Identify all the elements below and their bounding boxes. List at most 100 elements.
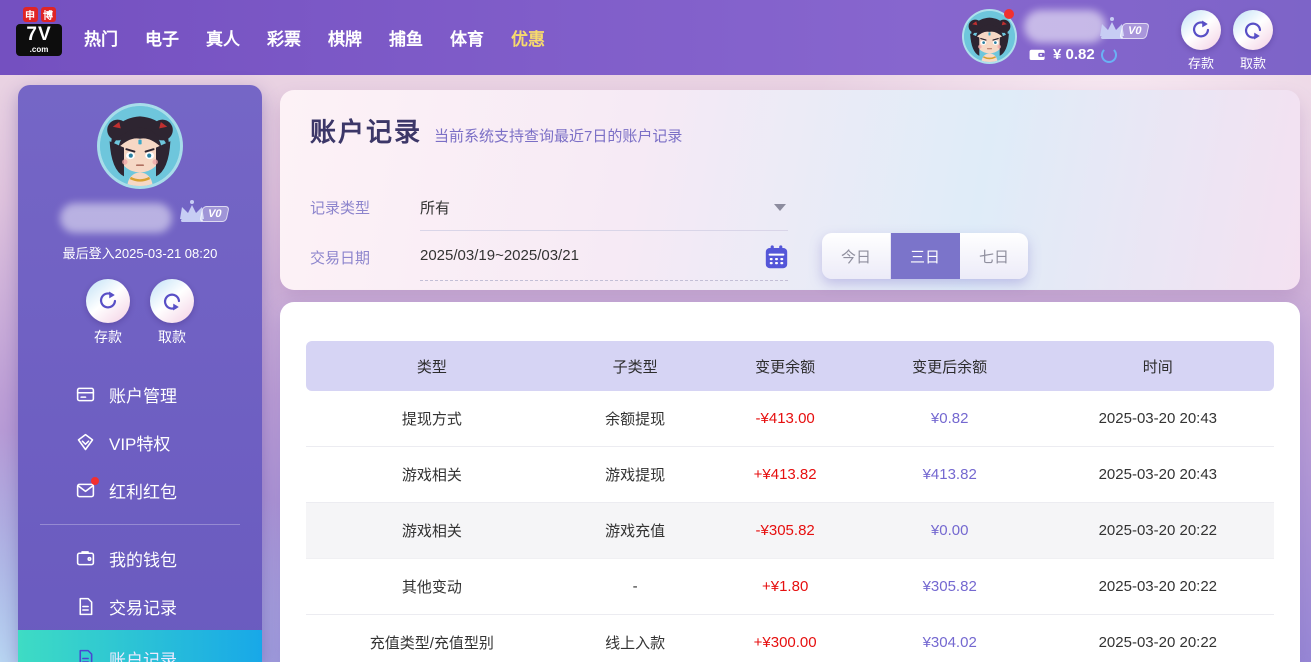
deposit-label: 存款: [94, 327, 122, 347]
record-type-label: 记录类型: [310, 197, 370, 218]
last-login-text: 最后登入2025-03-21 08:20: [18, 243, 262, 262]
sidebar: V0 最后登入2025-03-21 08:20 存款 取款 账户管理: [18, 85, 262, 662]
cell-balance-after: ¥413.82: [858, 466, 1042, 483]
cell-subtype: -: [558, 578, 713, 595]
table-row[interactable]: 充值类型/充值型别 线上入款 +¥300.00 ¥304.02 2025-03-…: [306, 615, 1274, 662]
records-table-panel: 类型 子类型 变更余额 变更后余额 时间 提现方式 余额提现 -¥413.00 …: [280, 302, 1300, 662]
table-column-header: 变更后余额: [858, 356, 1042, 377]
balance-amount: ¥ 0.82: [1053, 46, 1095, 63]
cell-type: 充值类型/充值型别: [306, 632, 558, 653]
cell-type: 提现方式: [306, 408, 558, 429]
nav-item[interactable]: 棋牌: [328, 25, 362, 50]
sidebar-deposit-button[interactable]: 存款: [86, 279, 130, 347]
quick-range-button[interactable]: 今日: [822, 233, 891, 279]
menu-item-icon: [75, 648, 96, 662]
table-header-row: 类型 子类型 变更余额 变更后余额 时间: [306, 341, 1274, 391]
nav-item[interactable]: 真人: [206, 25, 240, 50]
menu-item-icon: [75, 480, 96, 501]
header-withdraw-button[interactable]: 取款: [1233, 10, 1273, 72]
nav-item[interactable]: 优惠: [511, 25, 545, 50]
sidebar-menu-item[interactable]: 交易记录: [18, 582, 262, 630]
withdraw-icon: [150, 279, 194, 323]
table-row[interactable]: 提现方式 余额提现 -¥413.00 ¥0.82 2025-03-20 20:4…: [306, 391, 1274, 447]
header-deposit-button[interactable]: 存款: [1181, 10, 1221, 72]
menu-item-icon: [75, 548, 96, 569]
menu-item-label: 账户记录: [109, 646, 177, 662]
nav-item[interactable]: 彩票: [267, 25, 301, 50]
sidebar-menu-item[interactable]: VIP特权: [18, 418, 262, 466]
deposit-label: 存款: [1188, 53, 1214, 72]
quick-range-group: 今日 三日 七日: [822, 233, 1028, 279]
page-title: 账户记录: [310, 112, 422, 149]
brand-tag-right: 博: [41, 7, 56, 22]
cell-change-amount: -¥305.82: [713, 522, 858, 539]
cell-time: 2025-03-20 20:22: [1042, 522, 1274, 539]
quick-range-button[interactable]: 三日: [891, 233, 960, 279]
nav-item[interactable]: 捕鱼: [389, 25, 423, 50]
table-row[interactable]: 游戏相关 游戏提现 +¥413.82 ¥413.82 2025-03-20 20…: [306, 447, 1274, 503]
brand-logo[interactable]: 申 博 7V .com: [14, 7, 64, 56]
sidebar-menu-item[interactable]: 账户记录: [18, 630, 262, 662]
menu-item-label: 红利红包: [109, 478, 177, 503]
sidebar-money-buttons: 存款 取款: [18, 279, 262, 347]
cell-balance-after: ¥305.82: [858, 578, 1042, 595]
panel-head: 账户记录 当前系统支持查询最近7日的账户记录: [310, 112, 682, 149]
sidebar-menu-item[interactable]: 我的钱包: [18, 534, 262, 582]
cell-balance-after: ¥0.82: [858, 410, 1042, 427]
cell-change-amount: -¥413.00: [713, 410, 858, 427]
filter-panel: 账户记录 当前系统支持查询最近7日的账户记录 记录类型 所有 交易日期 2025…: [280, 90, 1300, 290]
brand-tags: 申 博: [23, 7, 56, 22]
menu-item-label: 交易记录: [109, 594, 177, 619]
top-navbar: 申 博 7V .com 热门 电子 真人 彩票 棋牌 捕鱼 体育 优惠 V0: [0, 0, 1311, 75]
date-range-label: 交易日期: [310, 247, 370, 268]
cell-change-amount: +¥1.80: [713, 578, 858, 595]
records-table: 类型 子类型 变更余额 变更后余额 时间 提现方式 余额提现 -¥413.00 …: [306, 341, 1274, 662]
brand-name: 7V: [16, 24, 62, 46]
record-type-underline: [420, 230, 788, 231]
table-column-header: 变更余额: [713, 356, 858, 377]
sidebar-menu-item[interactable]: 红利红包: [18, 466, 262, 514]
quick-range-button[interactable]: 七日: [960, 233, 1028, 279]
withdraw-label: 取款: [1240, 53, 1266, 72]
date-range-underline: [420, 280, 788, 281]
record-type-select[interactable]: 所有: [420, 197, 768, 218]
cell-balance-after: ¥304.02: [858, 634, 1042, 651]
menu-item-icon: [75, 384, 96, 405]
vip-level-badge: V0: [199, 206, 230, 222]
sidebar-vip-tag[interactable]: V0: [176, 199, 228, 223]
menu-item-label: VIP特权: [109, 430, 170, 455]
withdraw-label: 取款: [158, 327, 186, 347]
header-username-blurred: [1024, 10, 1106, 43]
menu-item-label: 我的钱包: [109, 546, 177, 571]
cell-time: 2025-03-20 20:22: [1042, 634, 1274, 651]
sidebar-withdraw-button[interactable]: 取款: [150, 279, 194, 347]
menu-item-icon: [75, 432, 96, 453]
table-row[interactable]: 其他变动 - +¥1.80 ¥305.82 2025-03-20 20:22: [306, 559, 1274, 615]
cell-change-amount: +¥413.82: [713, 466, 858, 483]
nav-item[interactable]: 体育: [450, 25, 484, 50]
cell-subtype: 游戏充值: [558, 520, 713, 541]
deposit-icon: [86, 279, 130, 323]
chevron-down-icon[interactable]: [774, 204, 786, 211]
nav-item[interactable]: 热门: [84, 25, 118, 50]
nav-item[interactable]: 电子: [145, 25, 179, 50]
table-row[interactable]: 游戏相关 游戏充值 -¥305.82 ¥0.00 2025-03-20 20:2…: [306, 503, 1274, 559]
header-vip-tag[interactable]: V0: [1096, 16, 1148, 40]
sidebar-avatar[interactable]: [97, 103, 183, 189]
wallet-icon: [1028, 45, 1047, 64]
sidebar-menu: 账户管理 VIP特权 红利红包 我的钱包: [18, 370, 262, 662]
refresh-balance-icon[interactable]: [1101, 47, 1117, 63]
table-column-header: 子类型: [558, 356, 713, 377]
cell-time: 2025-03-20 20:22: [1042, 578, 1274, 595]
cell-subtype: 线上入款: [558, 632, 713, 653]
header-balance: ¥ 0.82: [1028, 45, 1117, 64]
sidebar-menu-item[interactable]: 账户管理: [18, 370, 262, 418]
calendar-icon[interactable]: [763, 244, 790, 271]
date-range-input[interactable]: 2025/03/19~2025/03/21: [420, 247, 750, 264]
cell-change-amount: +¥300.00: [713, 634, 858, 651]
cell-type: 其他变动: [306, 576, 558, 597]
table-column-header: 时间: [1042, 356, 1274, 377]
menu-item-icon: [75, 596, 96, 617]
menu-item-label: 账户管理: [109, 382, 177, 407]
page-subtitle: 当前系统支持查询最近7日的账户记录: [434, 125, 682, 146]
